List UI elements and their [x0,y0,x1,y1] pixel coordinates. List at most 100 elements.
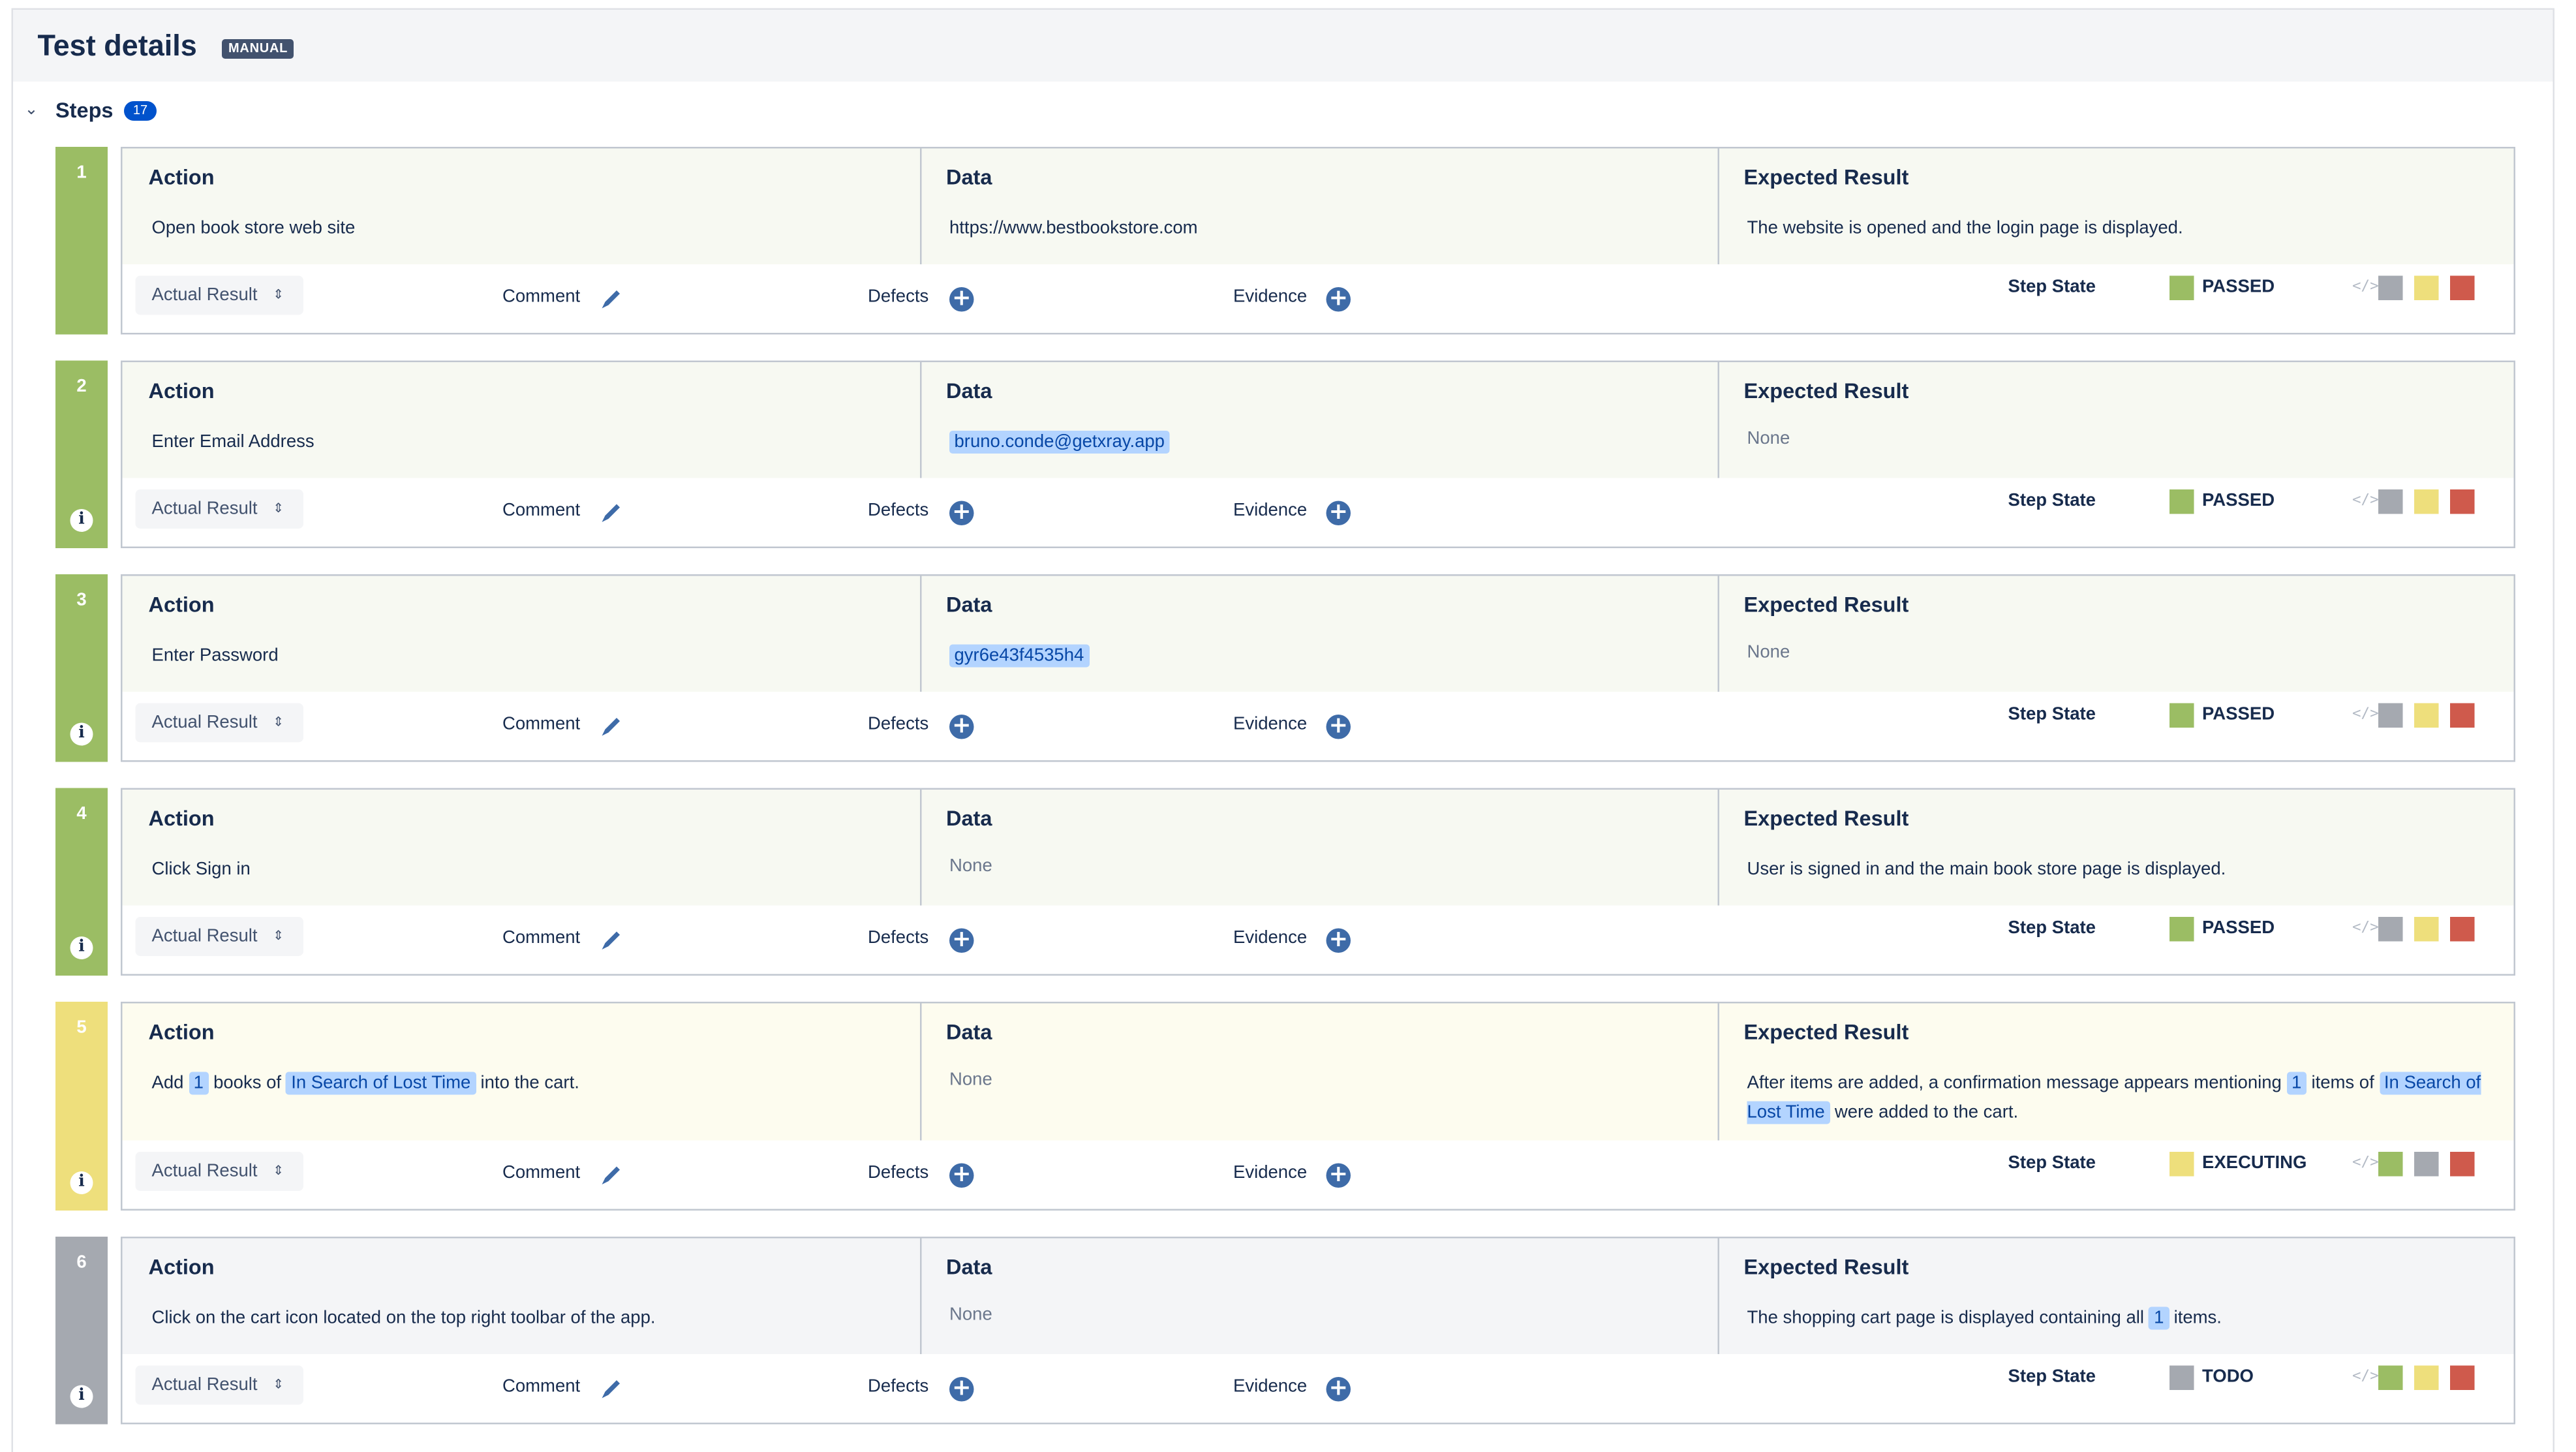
step-state-color [2170,1366,2194,1391]
comment-label: Comment [502,715,580,734]
state-option-failed[interactable] [2450,703,2475,728]
pencil-icon[interactable] [599,927,625,953]
step-card: Action Open book store web site Data htt… [121,147,2515,335]
action-value: Click on the cart icon located on the to… [152,1304,895,1333]
expected-result-header: Expected Result [1744,806,1909,831]
comment-label: Comment [502,929,580,948]
state-option-executing[interactable] [2414,703,2439,728]
state-option-todo[interactable] [2414,1152,2439,1177]
state-option-failed[interactable] [2450,489,2475,514]
defects-label: Defects [868,715,928,734]
info-icon[interactable]: i [70,723,93,746]
step-status-bar: 1 [55,147,108,335]
actual-result-label: Actual Result [152,713,258,733]
data-value: None [949,1301,1693,1330]
data-value: https://www.bestbookstore.com [949,214,1693,243]
data-parameter: gyr6e43f4535h4 [949,645,1089,668]
chevron-down-icon[interactable]: ⌄ [25,101,38,119]
add-evidence-icon[interactable]: + [1326,1164,1351,1188]
expected-result-header: Expected Result [1744,1255,1909,1280]
actual-result-button[interactable]: Actual Result⇕ [136,703,304,743]
evidence-label: Evidence [1233,287,1307,307]
action-column: Action Add 1 books of In Search of Lost … [123,1004,921,1143]
actual-result-label: Actual Result [152,1162,258,1181]
state-option-todo[interactable] [2378,276,2403,301]
step-state-color [2170,1152,2194,1177]
add-evidence-icon[interactable]: + [1326,501,1351,526]
pencil-icon[interactable] [599,499,625,525]
step-row: 2 i Action Enter Email Address Data brun… [55,361,2515,549]
code-icon[interactable]: </> [2352,1155,2379,1171]
pencil-icon[interactable] [599,286,625,312]
state-option-executing[interactable] [2414,276,2439,301]
add-defect-icon[interactable]: + [949,501,974,526]
action-header: Action [149,165,215,190]
state-option-passed[interactable] [2378,1152,2403,1177]
expected-result-value: The shopping cart page is displayed cont… [1747,1304,2488,1333]
code-icon[interactable]: </> [2352,707,2379,723]
evidence-label: Evidence [1233,1164,1307,1183]
actual-result-button[interactable]: Actual Result⇕ [136,1152,304,1191]
actual-result-button[interactable]: Actual Result⇕ [136,917,304,956]
pencil-icon[interactable] [599,1162,625,1188]
pencil-icon[interactable] [599,1376,625,1402]
code-icon[interactable]: </> [2352,1369,2379,1385]
expected-result-header: Expected Result [1744,1020,1909,1045]
code-icon[interactable]: </> [2352,493,2379,509]
state-option-executing[interactable] [2414,489,2439,514]
data-value: bruno.conde@getxray.app [949,427,1693,457]
state-option-todo[interactable] [2378,489,2403,514]
code-icon[interactable]: </> [2352,920,2379,936]
step-number: 6 [55,1253,108,1273]
step-card: Action Enter Email Address Data bruno.co… [121,361,2515,549]
code-icon[interactable]: </> [2352,279,2379,296]
step-footer: Actual Result⇕ Comment Defects + Evidenc… [123,1354,2514,1423]
actual-result-label: Actual Result [152,286,258,305]
add-defect-icon[interactable]: + [949,929,974,953]
chevron-updown-icon: ⇕ [273,276,284,315]
state-option-executing[interactable] [2414,917,2439,942]
step-state-value: PASSED [2202,919,2275,938]
add-defect-icon[interactable]: + [949,287,974,312]
state-option-executing[interactable] [2414,1366,2439,1391]
state-option-todo[interactable] [2378,917,2403,942]
add-evidence-icon[interactable]: + [1326,929,1351,953]
expected-result-header: Expected Result [1744,593,1909,617]
info-icon[interactable]: i [70,1385,93,1408]
expected-result-column: Expected Result None [1718,576,2514,694]
state-option-todo[interactable] [2378,703,2403,728]
state-option-failed[interactable] [2450,917,2475,942]
step-number: 5 [55,1018,108,1038]
actual-result-button[interactable]: Actual Result⇕ [136,489,304,529]
state-option-failed[interactable] [2450,1152,2475,1177]
actual-result-button[interactable]: Actual Result ⇕ [136,276,304,315]
state-option-passed[interactable] [2378,1366,2403,1391]
state-option-failed[interactable] [2450,276,2475,301]
add-defect-icon[interactable]: + [949,1377,974,1402]
expected-text: The shopping cart page is displayed cont… [1747,1308,2144,1328]
action-column: Action Open book store web site [123,149,921,266]
state-option-failed[interactable] [2450,1366,2475,1391]
step-state-color [2170,276,2194,301]
info-icon[interactable]: i [70,936,93,959]
data-column: Data bruno.conde@getxray.app [920,362,1719,480]
expected-result-value: After items are added, a confirmation me… [1747,1069,2488,1128]
evidence-label: Evidence [1233,501,1307,521]
add-defect-icon[interactable]: + [949,715,974,739]
step-card: Action Click Sign in Data None Expected … [121,788,2515,976]
steps-section-title[interactable]: Steps [55,98,114,123]
chevron-updown-icon: ⇕ [273,917,284,956]
step-number: 4 [55,805,108,824]
comment-label: Comment [502,501,580,521]
add-evidence-icon[interactable]: + [1326,715,1351,739]
info-icon[interactable]: i [70,509,93,532]
actual-result-button[interactable]: Actual Result⇕ [136,1366,304,1405]
add-defect-icon[interactable]: + [949,1164,974,1188]
add-evidence-icon[interactable]: + [1326,287,1351,312]
pencil-icon[interactable] [599,713,625,739]
info-icon[interactable]: i [70,1171,93,1194]
step-row: 1 Action Open book store web site Data h… [55,147,2515,335]
actual-result-label: Actual Result [152,499,258,519]
add-evidence-icon[interactable]: + [1326,1377,1351,1402]
expected-result-column: Expected Result None [1718,362,2514,480]
